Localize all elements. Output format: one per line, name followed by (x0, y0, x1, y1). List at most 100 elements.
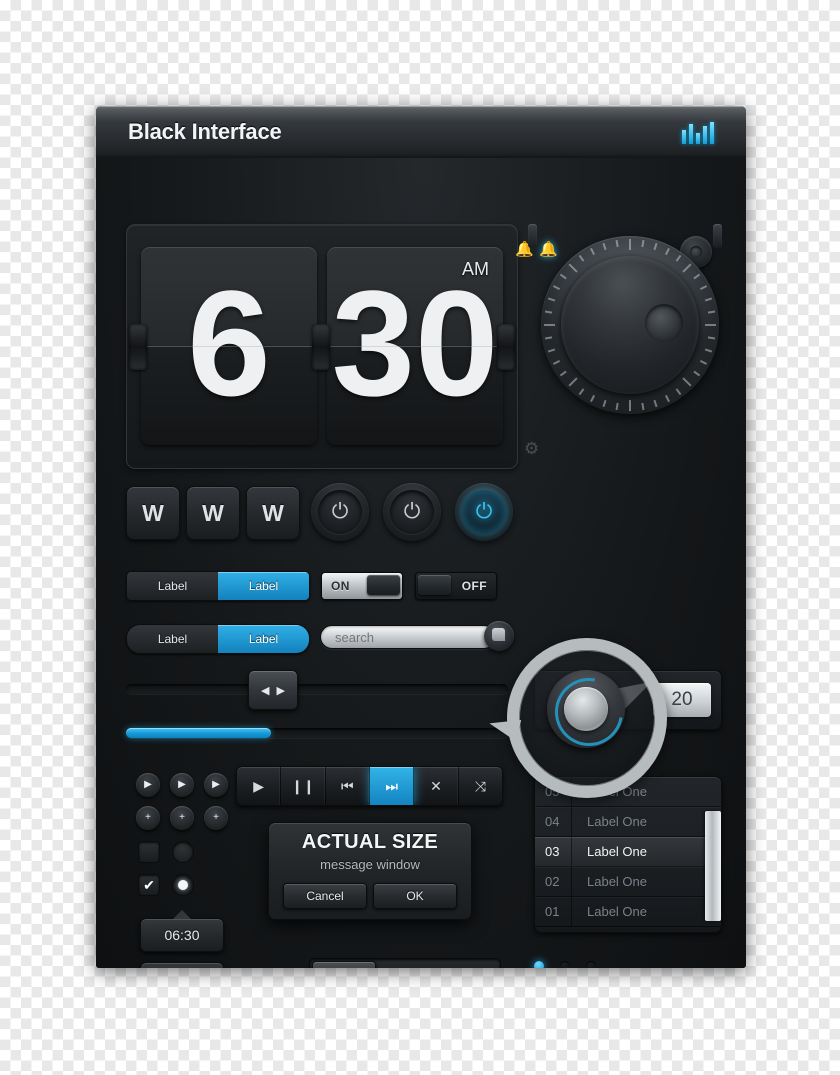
list-item-label: Label One (587, 874, 647, 889)
clock-meridiem: AM (462, 259, 489, 279)
next-icon[interactable]: ⏭ (369, 767, 415, 805)
cancel-button[interactable]: Cancel (283, 883, 367, 909)
list-item-label: Label One (587, 784, 647, 799)
progress-bar-fill (126, 728, 272, 738)
progress-bar-track[interactable] (126, 728, 508, 738)
play-mini-button-3[interactable]: ▶ (204, 773, 228, 797)
flip-clock: 6 30 AM (126, 224, 518, 469)
clock-hinge-right (497, 323, 515, 370)
large-dial[interactable] (541, 236, 719, 414)
list-item-number: 04 (545, 807, 572, 836)
ok-button[interactable]: OK (373, 883, 457, 909)
switch-knob[interactable] (418, 575, 451, 595)
unlock-label: slide to unlock (380, 959, 500, 968)
list-item-label: Label One (587, 844, 647, 859)
w-button-2[interactable]: W (186, 486, 240, 540)
dialog-title: ACTUAL SIZE (301, 831, 439, 853)
page-indicator-dots (534, 961, 596, 968)
toggle-switch-on[interactable]: ON (321, 572, 403, 600)
power-button-3-active[interactable]: ⏻ (455, 483, 513, 541)
slider-right-arrow-icon[interactable]: ▶ (277, 684, 285, 697)
item-list: 05 Label One 04 Label One 03 Label One 02 Label… (534, 776, 722, 933)
title-bar: Black Interface (96, 106, 746, 159)
w-button-1[interactable]: W (126, 486, 180, 540)
search-icon[interactable] (484, 621, 514, 651)
unlock-handle[interactable]: ▶ (312, 961, 376, 968)
toggle-switch-off[interactable]: OFF (415, 572, 497, 600)
segmented-control-1[interactable]: Label Label (126, 571, 310, 601)
window-body: 6 30 AM 🔔 🔔 ⚙ W W W ⏻ ⏻ ⏻ Label Label La… (96, 158, 746, 968)
stepper-dial[interactable] (553, 678, 597, 722)
dial-inner-face (561, 256, 699, 394)
list-item-number: 01 (545, 897, 572, 926)
list-scrollbar[interactable] (705, 811, 721, 921)
switch-knob[interactable] (367, 575, 400, 595)
segment-right[interactable]: Label (218, 572, 309, 600)
page-dot-1[interactable] (534, 961, 544, 968)
slider-handle[interactable]: ◀ ▶ (248, 670, 298, 710)
w-button-3[interactable]: W (246, 486, 300, 540)
slider-track[interactable] (126, 684, 508, 694)
add-mini-button-3[interactable]: + (204, 806, 228, 830)
play-mini-button-1[interactable]: ▶ (136, 773, 160, 797)
power-icon: ⏻ (318, 490, 362, 534)
time-value: 06:30 (164, 927, 200, 943)
list-item[interactable]: 05 Label One (535, 777, 721, 807)
time-field-bottom[interactable]: 06:30 (140, 962, 224, 968)
radio-selected[interactable] (172, 874, 194, 896)
list-item-label: Label One (587, 904, 647, 919)
list-item[interactable]: 04 Label One (535, 807, 721, 837)
media-control-bar: ▶ ❙❙ ⏮ ⏭ ✕ ⤨ (236, 766, 503, 806)
clock-hinge-middle (312, 323, 330, 370)
segmented-control-2[interactable]: Label Label (126, 624, 310, 654)
page-dot-2[interactable] (560, 961, 570, 968)
radio-unselected[interactable] (172, 841, 194, 863)
list-bolt-left (528, 224, 537, 248)
application-window: Black Interface 6 30 AM 🔔 🔔 ⚙ W W W ⏻ ⏻ … (96, 106, 746, 968)
power-button-2[interactable]: ⏻ (383, 483, 441, 541)
previous-icon[interactable]: ⏮ (326, 767, 370, 805)
time-field-top[interactable]: 06:30 (140, 910, 224, 952)
search-area (320, 621, 514, 653)
list-item[interactable]: 01 Label One (535, 897, 721, 927)
list-item-number: 03 (545, 837, 572, 866)
play-mini-button-2[interactable]: ▶ (170, 773, 194, 797)
slider-left-arrow-icon[interactable]: ◀ (261, 684, 269, 697)
power-button-1[interactable]: ⏻ (311, 483, 369, 541)
clock-hour-value: 6 (187, 259, 271, 427)
switch-label: ON (331, 579, 350, 593)
popover-arrow-up (173, 910, 191, 919)
segment-left[interactable]: Label (127, 572, 218, 600)
dial-indicator-dimple (645, 304, 683, 342)
dialog-subtitle: message window (320, 857, 420, 872)
page-title: Black Interface (128, 119, 282, 144)
close-icon[interactable]: ✕ (414, 767, 459, 805)
clock-hour-card: 6 (141, 247, 317, 445)
slide-to-unlock[interactable]: ▶ slide to unlock (309, 958, 501, 968)
stepper-value[interactable]: 20 (653, 683, 711, 717)
checkbox-unchecked[interactable] (138, 841, 160, 863)
add-mini-button-2[interactable]: + (170, 806, 194, 830)
list-item-label: Label One (587, 814, 647, 829)
segment-left[interactable]: Label (127, 625, 218, 653)
gear-icon[interactable]: ⚙ (524, 440, 542, 458)
clock-minute-value: 30 (331, 259, 499, 427)
checkbox-checked[interactable]: ✔ (138, 874, 160, 896)
page-dot-3[interactable] (586, 961, 596, 968)
list-item-number: 05 (545, 777, 572, 806)
search-input[interactable] (320, 625, 496, 649)
equalizer-icon (682, 122, 714, 144)
segment-right[interactable]: Label (218, 625, 309, 653)
power-icon: ⏻ (390, 490, 434, 534)
shuffle-icon[interactable]: ⤨ (459, 767, 502, 805)
list-item-number: 02 (545, 867, 572, 896)
clock-minute-card: 30 AM (327, 247, 503, 445)
switch-label: OFF (461, 579, 487, 593)
message-dialog: ACTUAL SIZE message window Cancel OK (268, 822, 472, 920)
stepper-panel: 20 (534, 670, 722, 730)
pause-icon[interactable]: ❙❙ (281, 767, 326, 805)
list-item[interactable]: 03 Label One (535, 837, 721, 867)
play-icon[interactable]: ▶ (237, 767, 282, 805)
add-mini-button-1[interactable]: + (136, 806, 160, 830)
list-item[interactable]: 02 Label One (535, 867, 721, 897)
